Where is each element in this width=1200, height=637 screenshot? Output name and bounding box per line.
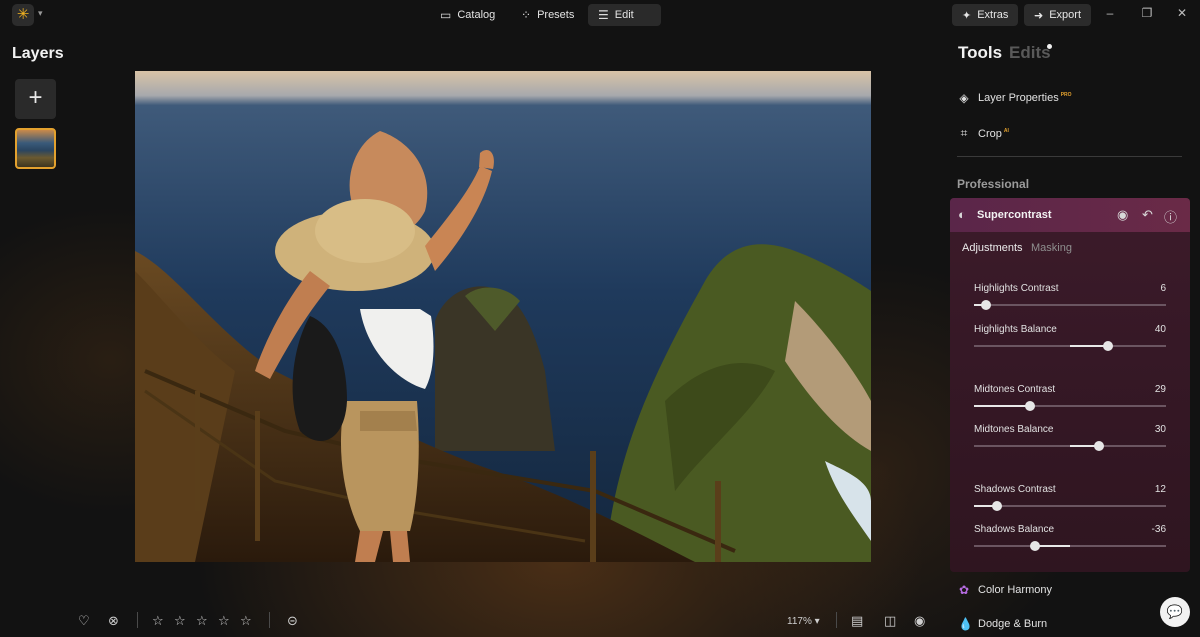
slider-fill xyxy=(974,405,1030,407)
slider-track[interactable] xyxy=(974,300,1166,310)
photo-canvas[interactable] xyxy=(135,71,871,562)
minimize-icon[interactable]: – xyxy=(1101,6,1119,20)
supercontrast-header[interactable]: ◐ Supercontrast ◉ ↶ ⓘ xyxy=(950,198,1190,232)
nav-presets-label: Presets xyxy=(537,9,575,21)
crop-label: Crop xyxy=(978,127,1002,140)
add-layer-button[interactable]: + xyxy=(15,79,56,119)
tool-crop[interactable]: ⌗ Crop AI xyxy=(958,126,1009,141)
slider-fill xyxy=(1035,545,1070,547)
more-icon[interactable]: ⊝ xyxy=(287,613,298,629)
slider-label: Midtones Balance xyxy=(974,424,1054,435)
zoom-level[interactable]: 117% ▾ xyxy=(787,616,820,627)
slider-knob[interactable] xyxy=(992,501,1003,511)
histogram-icon[interactable]: ▤ xyxy=(851,613,863,629)
eye-icon[interactable]: ◉ xyxy=(1117,207,1128,223)
nav-catalog[interactable]: ▭ Catalog xyxy=(430,4,505,26)
tab-adjustments[interactable]: Adjustments xyxy=(962,242,1023,254)
layer-properties-label: Layer Properties xyxy=(978,92,1059,104)
tab-edits[interactable]: Edits xyxy=(1009,43,1051,63)
star-icon-1[interactable]: ☆ xyxy=(152,613,164,629)
section-professional: Professional xyxy=(957,177,1030,191)
star-icon-4[interactable]: ☆ xyxy=(218,613,230,629)
slider-track[interactable] xyxy=(974,341,1166,351)
slider-track[interactable] xyxy=(974,441,1166,451)
sliders-icon: ☰ xyxy=(598,8,609,22)
slider-label: Highlights Contrast xyxy=(974,283,1059,294)
slider-value: -36 xyxy=(1151,524,1166,535)
drop-icon: 💧 xyxy=(958,617,973,631)
chat-icon: 💬 xyxy=(1166,604,1184,619)
tool-color-harmony[interactable]: ✿ Color Harmony xyxy=(958,583,1052,597)
info-icon[interactable]: ⓘ xyxy=(1164,207,1177,226)
color-harmony-label: Color Harmony xyxy=(978,584,1052,596)
slider-knob[interactable] xyxy=(1030,541,1041,551)
restore-icon[interactable]: ❐ xyxy=(1138,6,1156,20)
slider-knob[interactable] xyxy=(1093,441,1104,451)
divider xyxy=(137,612,138,628)
slider-label: Shadows Contrast xyxy=(974,484,1056,495)
slider-value: 12 xyxy=(1154,484,1166,495)
slider-label: Highlights Balance xyxy=(974,324,1057,335)
slider-value: 6 xyxy=(1160,283,1166,294)
sparkle-icon: ✦ xyxy=(962,9,972,22)
star-icon-2[interactable]: ☆ xyxy=(174,613,186,629)
tab-tools[interactable]: Tools xyxy=(958,43,1002,63)
pro-badge: PRO xyxy=(1060,92,1072,98)
zoom-value: 117% xyxy=(787,616,812,627)
slider-value: 30 xyxy=(1154,424,1166,435)
slider-value: 40 xyxy=(1154,324,1166,335)
layer-thumbnail[interactable] xyxy=(15,128,56,169)
compare-icon[interactable]: ◫ xyxy=(884,613,896,629)
divider xyxy=(836,612,837,628)
folder-icon: ▭ xyxy=(440,8,452,22)
slider-knob[interactable] xyxy=(980,300,991,310)
contrast-icon: ◐ xyxy=(958,207,966,222)
app-logo-icon[interactable]: ✳ xyxy=(12,4,34,26)
supercontrast-title: Supercontrast xyxy=(977,209,1052,221)
chat-button[interactable]: 💬 xyxy=(1160,597,1190,627)
extras-button[interactable]: ✦ Extras xyxy=(952,4,1019,26)
star-icon-5[interactable]: ☆ xyxy=(240,613,252,629)
slider-track[interactable] xyxy=(974,401,1166,411)
slider-knob[interactable] xyxy=(1103,341,1114,351)
tool-dodge-burn[interactable]: 💧 Dodge & Burn xyxy=(958,617,1047,631)
magic-wand-icon: ⁘ xyxy=(521,8,532,22)
ai-badge: AI xyxy=(1003,127,1009,134)
slider-value: 29 xyxy=(1154,384,1166,395)
nav-catalog-label: Catalog xyxy=(457,9,496,21)
plus-icon: + xyxy=(28,84,43,111)
layers-icon: ◈ xyxy=(959,91,969,105)
undo-icon[interactable]: ↶ xyxy=(1142,207,1153,223)
supercontrast-panel: ◐ Supercontrast ◉ ↶ ⓘ Adjustments Maskin… xyxy=(950,198,1190,572)
divider xyxy=(269,612,270,628)
eye-icon[interactable]: ◉ xyxy=(914,613,925,629)
slider-label: Midtones Contrast xyxy=(974,384,1056,395)
reject-icon[interactable]: ⊗ xyxy=(108,613,119,629)
slider-label: Shadows Balance xyxy=(974,524,1055,535)
slider-track[interactable] xyxy=(974,501,1166,511)
slider-knob[interactable] xyxy=(1024,401,1035,411)
photo-image xyxy=(135,71,871,562)
chevron-down-icon[interactable]: ▾ xyxy=(38,8,43,19)
export-icon: ➜ xyxy=(1034,9,1044,22)
nav-presets[interactable]: ⁘ Presets xyxy=(511,4,584,26)
top-bar: ✳ ▾ ▭ Catalog ⁘ Presets ☰ Edit ✦ Extras … xyxy=(0,0,1200,30)
slider-track[interactable] xyxy=(974,541,1166,551)
extras-label: Extras xyxy=(977,9,1009,21)
heart-icon[interactable]: ♡ xyxy=(78,613,90,629)
panel-divider xyxy=(957,156,1182,157)
tool-layer-properties[interactable]: ◈ Layer Properties PRO xyxy=(958,91,1072,105)
dodge-burn-label: Dodge & Burn xyxy=(978,618,1048,630)
nav-edit-label: Edit xyxy=(614,9,634,21)
export-button[interactable]: ➜ Export xyxy=(1024,4,1092,26)
export-label: Export xyxy=(1049,9,1082,21)
color-harmony-icon: ✿ xyxy=(958,583,970,597)
star-icon-3[interactable]: ☆ xyxy=(196,613,208,629)
close-icon[interactable]: ✕ xyxy=(1173,6,1191,20)
edits-indicator-dot xyxy=(1047,44,1052,49)
tab-masking[interactable]: Masking xyxy=(1031,242,1072,254)
layers-title: Layers xyxy=(12,45,64,62)
nav-edit[interactable]: ☰ Edit xyxy=(588,4,661,26)
crop-icon: ⌗ xyxy=(960,126,968,140)
